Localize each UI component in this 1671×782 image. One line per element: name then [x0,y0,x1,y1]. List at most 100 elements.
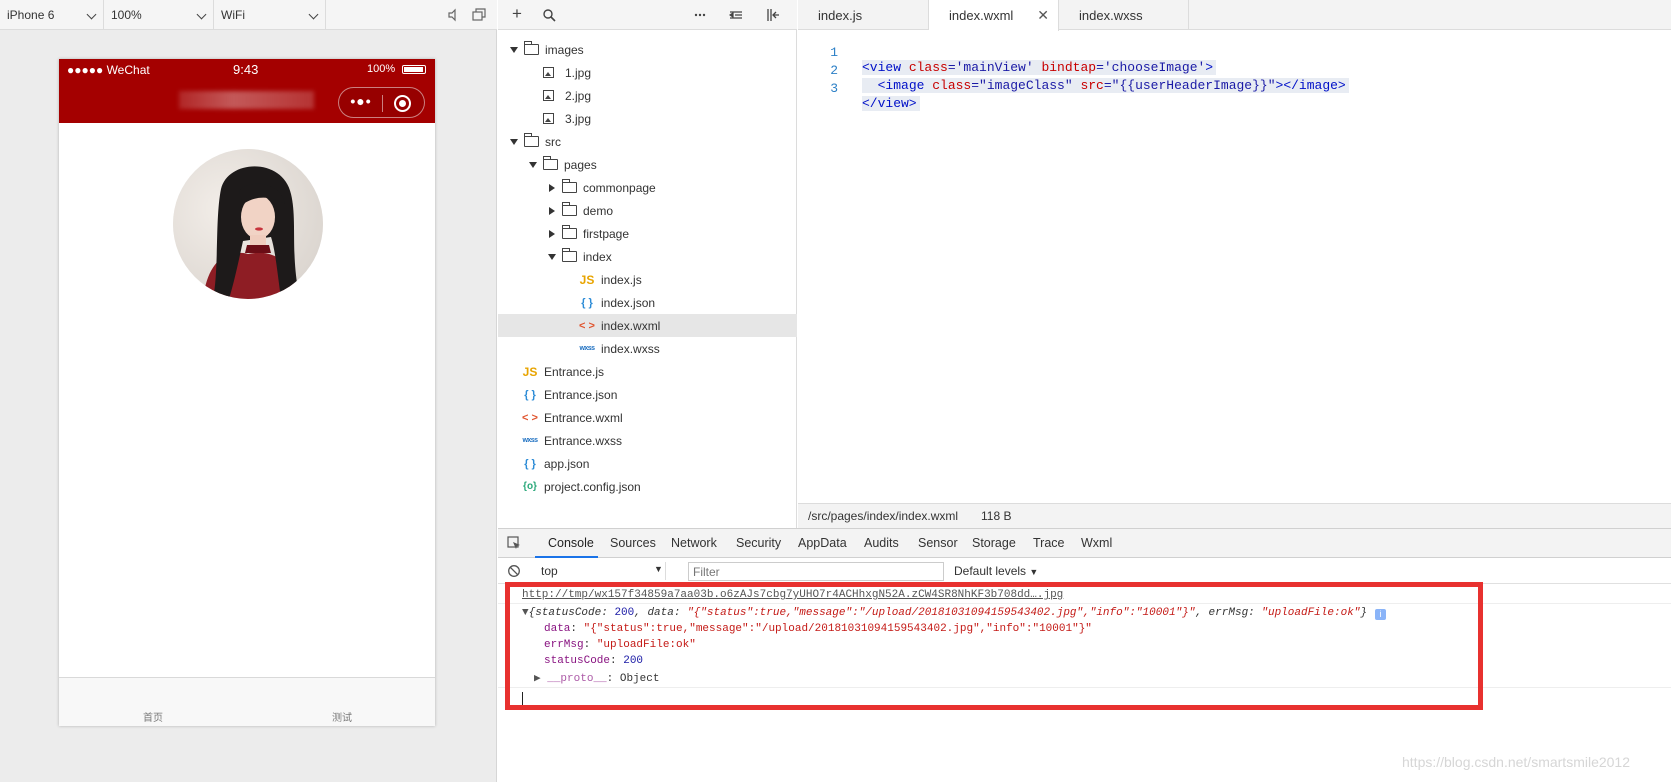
log-levels-label: Default levels [954,564,1027,578]
tree-item-label: 2.jpg [565,88,592,103]
more-icon[interactable]: •●• [349,93,373,109]
tree-item-entrance-js[interactable]: JS Entrance.js [498,360,797,383]
collapsed-arrow-icon[interactable] [546,205,558,217]
context-select[interactable]: top ▼ [532,562,666,580]
log-source-url[interactable]: http://tmp/wx157f34859a7aa03b.o6zAJs7cbg… [522,589,1063,601]
line-number: 3 [830,81,838,96]
tab-sensor[interactable]: Sensor [918,536,958,550]
tree-item-label: 3.jpg [565,111,592,126]
tree-item-3-jpg[interactable]: 3.jpg [498,107,797,130]
navigation-bar: •●• [59,79,435,123]
tree-item-index-json[interactable]: { } index.json [498,291,797,314]
tab-console[interactable]: Console [548,536,594,550]
network-select[interactable]: WiFi [214,0,326,30]
wxml-file-icon: < > [522,411,538,424]
tree-item-commonpage[interactable]: commonpage [498,176,797,199]
capsule-divider [382,95,383,112]
add-file-icon[interactable]: + [510,5,524,22]
tab-index-wxss[interactable]: index.wxss [1059,0,1189,30]
console-filter-input[interactable] [688,562,944,581]
expanded-arrow-icon[interactable] [546,251,558,263]
tree-item-2-jpg[interactable]: 2.jpg [498,84,797,107]
tree-item-label: commonpage [583,180,656,195]
user-avatar-image[interactable] [173,149,323,299]
tree-item-label: Entrance.js [544,364,605,379]
tree-item-entrance-wxml[interactable]: < > Entrance.wxml [498,406,797,429]
json-file-icon: { } [524,457,536,470]
folder-icon [562,179,577,193]
tree-item-label: images [545,42,584,57]
collapsed-arrow-icon[interactable] [546,182,558,194]
tree-item-pages[interactable]: pages [498,153,797,176]
menu-capsule[interactable]: •●• [338,87,425,118]
code-editor-panel: index.js index.wxml ✕ index.wxss 1 <view… [798,0,1671,528]
config-file-icon: {o} [523,480,537,492]
collapse-all-icon[interactable] [728,8,743,22]
tab-index-js[interactable]: index.js [798,0,929,30]
image-file-icon [543,113,554,124]
phone-screen: ●●●●● WeChat 9:43 100% •●• 首页 测试 [59,59,435,726]
more-options-icon[interactable] [693,8,707,22]
mute-icon[interactable] [447,8,461,22]
detach-window-icon[interactable] [472,8,486,22]
tree-item-index[interactable]: index [498,245,797,268]
tree-item-app-json[interactable]: { } app.json [498,452,797,475]
battery-percent: 100% [367,63,396,75]
editor-status-bar: /src/pages/index/index.wxml 118 B [798,503,1671,528]
tree-item-demo[interactable]: demo [498,199,797,222]
code-line[interactable]: 1 <view class='mainView' bindtap='choose… [798,30,1217,75]
zoom-select[interactable]: 100% [104,0,214,30]
tab-audits[interactable]: Audits [864,536,899,550]
tree-item-images[interactable]: images [498,38,797,61]
clear-console-icon[interactable] [507,564,521,578]
tab-home[interactable]: 首页 [123,709,183,724]
folder-open-icon [524,41,539,55]
log-prop-errmsg: errMsg: "uploadFile:ok" [544,639,696,651]
tab-index-wxml[interactable]: index.wxml ✕ [929,0,1059,31]
tab-test[interactable]: 测试 [312,709,372,724]
chevron-down-icon [196,9,207,20]
tree-item-src[interactable]: src [498,130,797,153]
expanded-arrow-icon[interactable] [527,159,539,171]
tree-item-label: index.js [601,272,642,287]
code-line[interactable]: 3 </view> [798,66,920,111]
tree-item-1-jpg[interactable]: 1.jpg [498,61,797,84]
device-select[interactable]: iPhone 6 [0,0,104,30]
tree-item-label: src [545,134,561,149]
collapsed-arrow-icon[interactable] [546,228,558,240]
tree-item-label: index.wxss [601,341,660,356]
log-levels-select[interactable]: Default levels ▼ [954,564,1038,578]
code-line[interactable]: 2 <image class="imageClass" src="{{userH… [798,48,1349,93]
expanded-arrow-icon[interactable] [508,136,520,148]
close-icon[interactable]: ✕ [1037,7,1049,24]
expanded-arrow-icon[interactable] [508,44,520,56]
folder-open-icon [524,133,539,147]
info-icon[interactable]: i [1375,609,1386,620]
tree-item-label: 1.jpg [565,65,592,80]
tree-item-index-wxss[interactable]: wxss index.wxss [498,337,797,360]
tree-item-firstpage[interactable]: firstpage [498,222,797,245]
toggle-panel-icon[interactable] [766,8,780,22]
tree-item-index-js[interactable]: JS index.js [498,268,797,291]
tree-item-label: pages [564,157,597,172]
tree-item-entrance-wxss[interactable]: wxss Entrance.wxss [498,429,797,452]
tab-wxml[interactable]: Wxml [1081,536,1112,550]
tree-item-label: Entrance.json [544,387,618,402]
tab-appdata[interactable]: AppData [798,536,847,550]
tree-item-project-config-json[interactable]: {o} project.config.json [498,475,797,498]
tab-security[interactable]: Security [736,536,781,550]
console-prompt-cursor[interactable] [522,692,523,705]
close-miniprogram-icon[interactable] [394,95,411,112]
tab-trace[interactable]: Trace [1033,536,1065,550]
tab-label: index.wxss [1079,7,1143,23]
inspect-element-icon[interactable] [507,536,521,550]
log-object-summary[interactable]: ▼{statusCode: 200, data: "{"status":true… [522,607,1367,619]
tree-item-entrance-json[interactable]: { } Entrance.json [498,383,797,406]
log-prop-proto[interactable]: ▶ __proto__: Object [534,671,659,685]
search-icon[interactable] [542,8,556,22]
tab-storage[interactable]: Storage [972,536,1016,550]
tab-sources[interactable]: Sources [610,536,656,550]
tree-item-index-wxml[interactable]: < > index.wxml [498,314,797,337]
tab-network[interactable]: Network [671,536,717,550]
wxml-file-icon: < > [579,319,595,332]
